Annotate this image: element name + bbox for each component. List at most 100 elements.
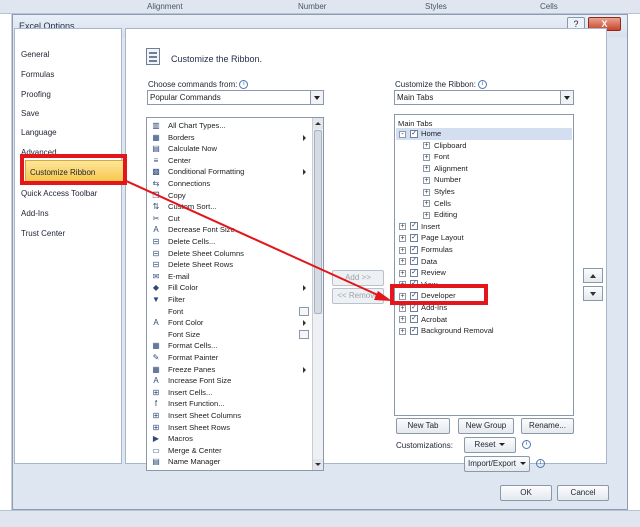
expand-icon[interactable]: +: [399, 304, 406, 312]
expand-icon[interactable]: +: [423, 200, 430, 208]
ok-button[interactable]: OK: [500, 485, 552, 501]
checkbox-checked-icon[interactable]: ✓: [410, 129, 418, 138]
scroll-thumb[interactable]: [314, 130, 322, 314]
command-item[interactable]: ▩ Conditional Formatting: [151, 166, 306, 178]
command-item[interactable]: ⊟ Delete Sheet Rows: [151, 259, 301, 271]
decrease-font-icon: A: [153, 225, 159, 235]
customize-ribbon-dropdown[interactable]: Main Tabs: [394, 90, 574, 105]
expand-icon[interactable]: +: [423, 176, 430, 184]
checkbox-checked-icon[interactable]: ✓: [410, 222, 418, 231]
command-item[interactable]: ⊞ Insert Cells...: [151, 387, 301, 399]
scroll-down-icon[interactable]: [313, 459, 323, 470]
expand-icon[interactable]: +: [399, 258, 406, 266]
scroll-up-icon[interactable]: [313, 118, 323, 129]
commands-list[interactable]: ▥ All Chart Types... ▦ Borders ▤ Calculate No…: [146, 117, 324, 471]
command-item[interactable]: A Decrease Font Size: [151, 224, 301, 236]
command-item[interactable]: ▥ All Chart Types...: [151, 120, 301, 132]
expand-icon[interactable]: +: [399, 327, 406, 335]
email-icon: ✉: [152, 271, 160, 281]
checkbox-checked-icon[interactable]: ✓: [410, 315, 418, 324]
command-item[interactable]: f Insert Function...: [151, 398, 301, 410]
expand-icon[interactable]: +: [423, 165, 430, 173]
cancel-button[interactable]: Cancel: [557, 485, 609, 501]
expand-icon[interactable]: +: [423, 153, 430, 161]
command-item[interactable]: ⇅ Custom Sort...: [151, 201, 301, 213]
command-item[interactable]: ✎ Format Painter: [151, 352, 301, 364]
move-down-button[interactable]: [583, 286, 603, 301]
nav-trust-center[interactable]: Trust Center: [21, 227, 119, 241]
chevron-down-icon[interactable]: [560, 91, 573, 104]
command-item[interactable]: ✂ Cut: [151, 213, 301, 225]
new-tab-button[interactable]: New Tab: [396, 418, 450, 434]
command-item[interactable]: ⊟ Delete Sheet Columns: [151, 248, 301, 260]
ribbon-group-alignment: Alignment: [147, 2, 183, 11]
nav-quick-access-toolbar[interactable]: Quick Access Toolbar: [21, 187, 119, 201]
add-button[interactable]: Add >>: [332, 270, 384, 286]
checkbox-checked-icon[interactable]: ✓: [410, 268, 418, 277]
nav-save[interactable]: Save: [21, 107, 119, 121]
chevron-down-icon[interactable]: [310, 91, 323, 104]
expand-icon[interactable]: +: [423, 142, 430, 150]
rename-button[interactable]: Rename...: [521, 418, 574, 434]
command-item[interactable]: ▭ Merge & Center: [151, 445, 301, 457]
command-item[interactable]: A Increase Font Size: [151, 375, 301, 387]
expand-icon[interactable]: +: [399, 234, 406, 242]
commands-scrollbar[interactable]: [312, 118, 323, 470]
command-label: Macros: [168, 434, 193, 444]
command-item[interactable]: ≡ Center: [151, 155, 301, 167]
command-item[interactable]: ▼ Filter: [151, 294, 301, 306]
nav-language[interactable]: Language: [21, 126, 119, 140]
tree-node-label: Acrobat: [421, 314, 448, 324]
checkbox-checked-icon[interactable]: ✓: [410, 326, 418, 335]
import-export-button[interactable]: Import/Export: [464, 456, 530, 472]
tree-node-label: Data: [421, 256, 438, 266]
command-item[interactable]: ⇆ Connections: [151, 178, 301, 190]
command-item[interactable]: ⊟ Delete Cells...: [151, 236, 301, 248]
command-label: Freeze Panes: [168, 364, 216, 374]
command-item[interactable]: ✉ E-mail: [151, 271, 301, 283]
insert-rows-icon: ⊞: [152, 422, 160, 432]
command-item[interactable]: Font: [151, 306, 309, 318]
command-item[interactable]: ▦ Format Cells...: [151, 340, 301, 352]
command-item[interactable]: ▦ Borders: [151, 132, 306, 144]
command-label: Copy: [168, 190, 186, 200]
expand-icon[interactable]: +: [399, 223, 406, 231]
expand-icon[interactable]: +: [399, 246, 406, 254]
command-item[interactable]: ▶ Macros: [151, 433, 301, 445]
reset-button[interactable]: Reset: [464, 437, 516, 453]
command-item[interactable]: ▤ Calculate Now: [151, 143, 301, 155]
remove-button[interactable]: << Remove: [332, 288, 384, 304]
command-item[interactable]: Font Size: [151, 329, 309, 341]
expand-icon[interactable]: +: [423, 211, 430, 219]
choose-commands-dropdown[interactable]: Popular Commands: [147, 90, 324, 105]
command-label: Decrease Font Size: [168, 225, 235, 235]
nav-general[interactable]: General: [21, 48, 119, 62]
move-up-button[interactable]: [583, 268, 603, 283]
calculate-icon: ▤: [152, 144, 160, 154]
checkbox-checked-icon[interactable]: ✓: [410, 233, 418, 242]
checkbox-checked-icon[interactable]: ✓: [410, 257, 418, 266]
command-item[interactable]: ❐ Copy: [151, 190, 301, 202]
nav-formulas[interactable]: Formulas: [21, 68, 119, 82]
nav-add-ins[interactable]: Add-Ins: [21, 207, 119, 221]
checkbox-checked-icon[interactable]: ✓: [410, 245, 418, 254]
nav-proofing[interactable]: Proofing: [21, 88, 119, 102]
command-item[interactable]: ⊞ Insert Sheet Columns: [151, 410, 301, 422]
copy-icon: ❐: [152, 190, 160, 200]
new-group-button[interactable]: New Group: [458, 418, 514, 434]
expand-icon[interactable]: +: [399, 316, 406, 324]
command-item[interactable]: ▤ Name Manager: [151, 456, 301, 468]
developer-highlight-box: [390, 284, 488, 305]
borders-icon: ▦: [152, 132, 160, 142]
command-item[interactable]: ◆ Fill Color: [151, 282, 306, 294]
chart-icon: ▥: [152, 121, 160, 130]
info-icon: i: [477, 80, 487, 90]
expand-icon[interactable]: +: [399, 269, 406, 277]
command-item[interactable]: ▦ Freeze Panes: [151, 364, 306, 376]
conditional-formatting-icon: ▩: [152, 167, 160, 177]
expand-icon[interactable]: +: [423, 188, 430, 196]
submenu-arrow-icon: [303, 366, 306, 373]
collapse-icon[interactable]: -: [399, 130, 406, 138]
command-item[interactable]: ⊞ Insert Sheet Rows: [151, 422, 301, 434]
command-item[interactable]: A Font Color: [151, 317, 306, 329]
